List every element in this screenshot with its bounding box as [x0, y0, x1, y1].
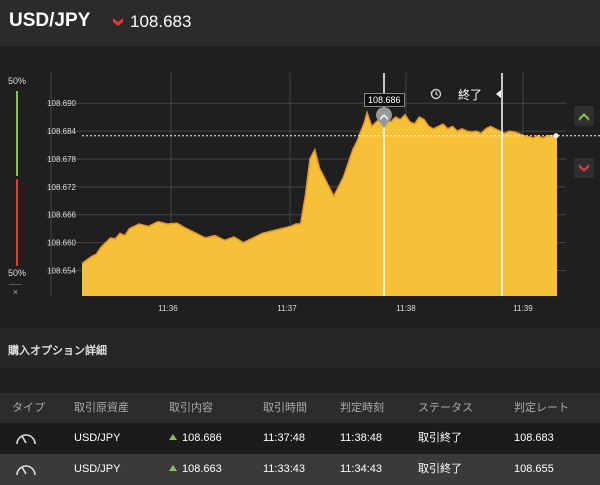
content-value: 108.663 — [182, 463, 222, 475]
col-content: 取引内容 — [169, 402, 213, 414]
x-tick-label: 11:37 — [277, 304, 297, 313]
y-tick-label: 108.672 — [47, 183, 76, 192]
status-cell: 取引終了 — [418, 463, 462, 475]
up-chevron-icon — [579, 113, 589, 121]
trade-time-cell: 11:37:48 — [263, 432, 306, 444]
down-chevron-icon — [579, 164, 589, 172]
col-status: ステータス — [418, 402, 473, 414]
judge-time-cell: 11:34:43 — [340, 463, 383, 475]
col-judge-time: 判定時刻 — [340, 402, 384, 414]
judge-rate-cell: 108.655 — [514, 463, 554, 475]
down-percentage: 50% — [8, 268, 27, 278]
current-rate-dot — [553, 133, 559, 139]
table-header: タイプ 取引原資産 取引内容 取引時間 判定時刻 ステータス 判定レート — [0, 393, 600, 423]
table-row[interactable]: USD/JPY 108.663 11:33:43 11:34:43 取引終了 1… — [0, 454, 600, 485]
col-type: タイプ — [12, 402, 45, 414]
status-cell: 取引終了 — [418, 432, 462, 444]
col-trade-time: 取引時間 — [263, 402, 307, 414]
high-button[interactable] — [574, 106, 594, 126]
trade-time-cell: 11:33:43 — [263, 463, 306, 475]
gauge-icon — [16, 434, 36, 445]
header-bar: USD/JPY 108.683 — [0, 0, 600, 46]
purchase-details-section: 購入オプション詳細 — [0, 328, 600, 368]
y-tick-label: 108.666 — [47, 211, 76, 220]
content-cell: 108.663 — [169, 454, 222, 485]
up-percentage: 50% — [8, 76, 27, 86]
gauge-icon — [16, 465, 36, 476]
x-tick-label: 11:36 — [158, 304, 178, 313]
history-icon — [430, 88, 442, 100]
up-arrow-icon — [169, 465, 177, 471]
asset-cell: USD/JPY — [74, 432, 121, 444]
x-tick-label: 11:38 — [396, 304, 416, 313]
y-tick-label: 108.654 — [47, 266, 76, 275]
purchase-table: タイプ 取引原資産 取引内容 取引時間 判定時刻 ステータス 判定レート USD… — [0, 393, 600, 485]
close-gauge-button[interactable]: × — [9, 284, 22, 298]
purchase-rate-tooltip: 108.686 — [364, 93, 405, 107]
down-chevron-icon — [113, 18, 123, 26]
section-title: 購入オプション詳細 — [8, 345, 107, 357]
judge-rate-cell: 108.683 — [514, 432, 554, 444]
content-cell: 108.686 — [169, 423, 222, 454]
price-chart[interactable]: 108.654 108.660 108.666 108.672 108.678 108.6… — [0, 46, 600, 328]
judge-time-cell: 11:38:48 — [340, 432, 383, 444]
chart-panel: 108.654 108.660 108.666 108.672 108.678 108.6… — [0, 46, 600, 328]
y-tick-label: 108.660 — [47, 239, 76, 248]
table-row[interactable]: USD/JPY 108.686 11:37:48 11:38:48 取引終了 1… — [0, 423, 600, 454]
end-label: 終了 — [458, 88, 483, 102]
asset-cell: USD/JPY — [74, 463, 121, 475]
y-tick-label: 108.690 — [47, 99, 76, 108]
low-button[interactable] — [574, 158, 594, 178]
current-rate: 108.683 — [130, 12, 192, 31]
price-area — [82, 112, 557, 296]
y-tick-label: 108.684 — [47, 127, 76, 136]
y-tick-label: 108.678 — [47, 155, 76, 164]
pointer-icon — [496, 90, 501, 98]
content-value: 108.686 — [182, 432, 222, 444]
col-asset: 取引原資産 — [74, 402, 129, 414]
col-judge-rate: 判定レート — [514, 402, 569, 414]
up-arrow-icon — [169, 434, 177, 440]
currency-pair-title: USD/JPY — [9, 10, 91, 31]
x-tick-label: 11:39 — [513, 304, 533, 313]
